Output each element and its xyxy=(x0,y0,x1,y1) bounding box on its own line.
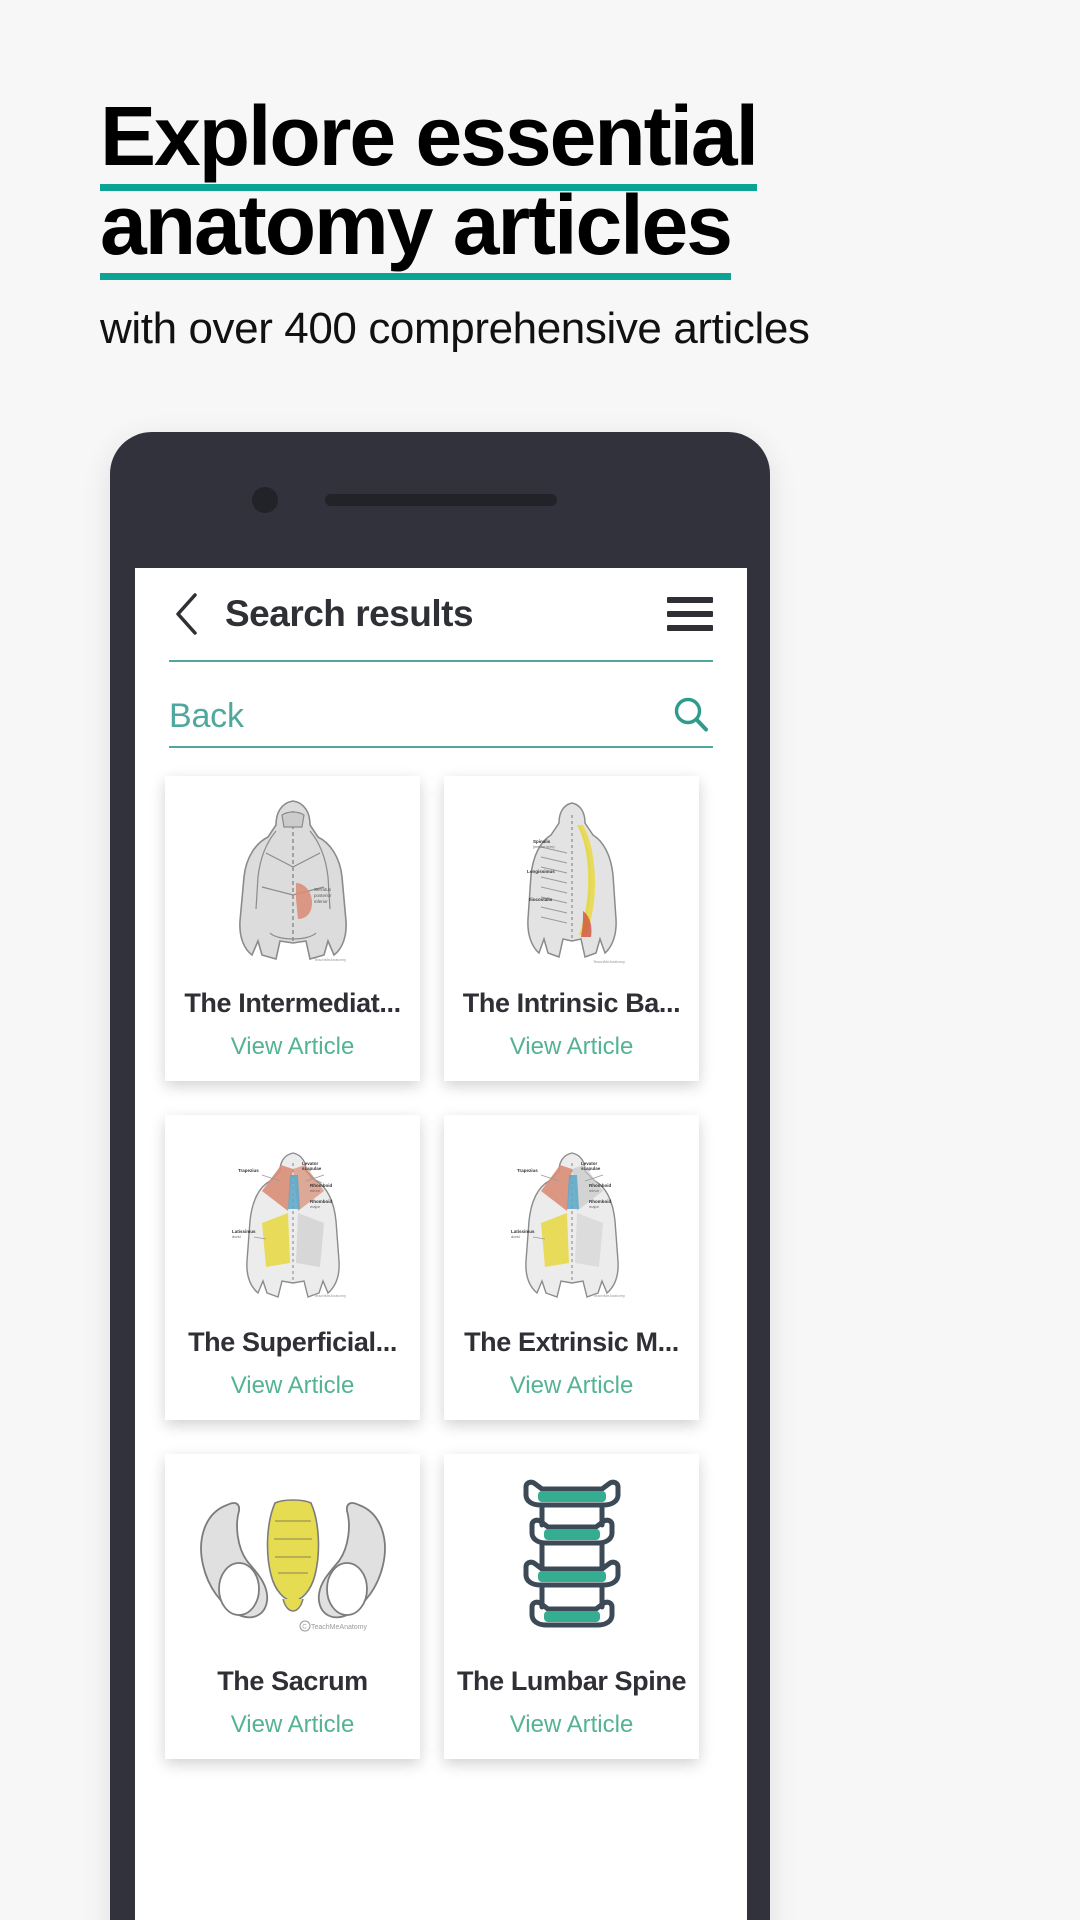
view-article-link[interactable]: View Article xyxy=(231,1033,355,1061)
svg-text:Trapezius: Trapezius xyxy=(238,1168,259,1173)
headline-line-2: anatomy articles xyxy=(100,178,733,283)
hamburger-menu-icon[interactable] xyxy=(667,597,713,631)
svg-text:Spinalis: Spinalis xyxy=(533,839,551,844)
promo-screenshot-page: Explore essential anatomy articles with … xyxy=(0,0,1080,1920)
list-item[interactable]: TeachMeAnatomy C The Sacrum View Article xyxy=(165,1454,420,1759)
phone-mockup: Search results Back Serratus posterior i… xyxy=(110,432,770,1920)
svg-text:minor: minor xyxy=(589,1188,600,1193)
svg-text:TeachMeAnatomy: TeachMeAnatomy xyxy=(314,1293,346,1298)
list-item-title: The Extrinsic M... xyxy=(464,1327,679,1357)
svg-text:major: major xyxy=(589,1204,600,1209)
svg-text:C: C xyxy=(302,1625,307,1631)
svg-text:TeachMeAnatomy: TeachMeAnatomy xyxy=(593,959,625,964)
list-item-title: The Intrinsic Ba... xyxy=(462,988,681,1018)
view-article-link[interactable]: View Article xyxy=(510,1372,634,1400)
view-article-link[interactable]: View Article xyxy=(510,1033,634,1061)
svg-text:TeachMeAnatomy: TeachMeAnatomy xyxy=(593,1293,625,1298)
list-item[interactable]: Serratus posterior inferior TeachMeAnato… xyxy=(165,776,420,1081)
back-muscles-extrinsic-illustration: Trapezius Levator scapulae Rhomboid mino… xyxy=(454,1129,689,1311)
list-item-title: The Intermediat... xyxy=(184,988,401,1018)
list-item-title: The Lumbar Spine xyxy=(456,1666,687,1696)
list-item[interactable]: Spinalis (erector erec) Longissimus Ilio… xyxy=(444,776,699,1081)
svg-text:Trapezius: Trapezius xyxy=(517,1168,538,1173)
svg-text:dorsi: dorsi xyxy=(232,1234,241,1239)
svg-text:Serratus: Serratus xyxy=(314,887,332,892)
svg-text:inferior: inferior xyxy=(314,899,328,904)
back-muscles-superficial-illustration: Trapezius Levator scapulae Rhomboid mino… xyxy=(175,1129,410,1311)
promo-subtitle: with over 400 comprehensive articles xyxy=(100,304,810,354)
svg-text:TeachMeAnatomy: TeachMeAnatomy xyxy=(311,1624,368,1631)
promo-copy: Explore essential anatomy articles with … xyxy=(100,89,1000,354)
search-input[interactable]: Back xyxy=(169,697,669,736)
list-item-title: The Superficial... xyxy=(188,1327,397,1357)
chevron-left-icon[interactable] xyxy=(169,591,203,637)
svg-text:scapulae: scapulae xyxy=(581,1166,601,1171)
app-screen: Search results Back Serratus posterior i… xyxy=(135,568,747,1920)
list-item[interactable]: The Lumbar Spine View Article xyxy=(444,1454,699,1759)
results-grid: Serratus posterior inferior TeachMeAnato… xyxy=(165,776,717,1759)
list-item-title: The Sacrum xyxy=(217,1666,368,1696)
svg-text:TeachMeAnatomy: TeachMeAnatomy xyxy=(314,957,346,962)
promo-headline: Explore essential anatomy articles xyxy=(100,89,900,283)
svg-text:minor: minor xyxy=(310,1188,321,1193)
front-camera-icon xyxy=(252,487,278,513)
svg-text:Iliocostalis: Iliocostalis xyxy=(529,897,553,902)
view-article-link[interactable]: View Article xyxy=(510,1711,634,1739)
list-item[interactable]: Trapezius Levator scapulae Rhomboid mino… xyxy=(165,1115,420,1420)
magnifier-icon[interactable] xyxy=(669,692,713,736)
back-muscles-intrinsic-illustration: Spinalis (erector erec) Longissimus Ilio… xyxy=(454,790,689,972)
svg-text:(erector erec): (erector erec) xyxy=(533,845,555,849)
svg-text:Longissimus: Longissimus xyxy=(527,869,555,874)
earpiece-speaker xyxy=(325,494,557,506)
svg-text:posterior: posterior xyxy=(314,893,332,898)
back-muscles-intermediate-illustration: Serratus posterior inferior TeachMeAnato… xyxy=(175,790,410,972)
view-article-link[interactable]: View Article xyxy=(231,1372,355,1400)
page-title: Search results xyxy=(225,593,474,634)
app-header: Search results xyxy=(135,568,747,660)
header-divider xyxy=(169,660,713,662)
svg-text:major: major xyxy=(310,1204,321,1209)
svg-text:scapulae: scapulae xyxy=(302,1166,322,1171)
search-field[interactable]: Back xyxy=(169,692,713,748)
view-article-link[interactable]: View Article xyxy=(231,1711,355,1739)
lumbar-vertebrae-illustration xyxy=(454,1468,689,1650)
svg-text:dorsi: dorsi xyxy=(511,1234,520,1239)
pelvis-sacrum-illustration: TeachMeAnatomy C xyxy=(175,1468,410,1650)
list-item[interactable]: Trapezius Levator scapulae Rhomboid mino… xyxy=(444,1115,699,1420)
